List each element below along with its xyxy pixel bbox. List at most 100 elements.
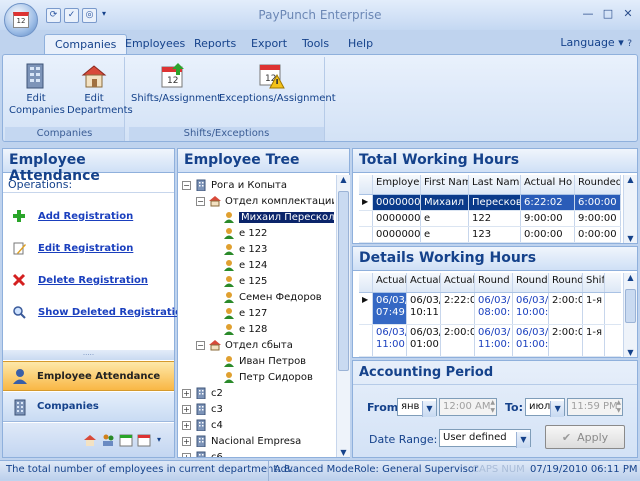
tree-expander-icon[interactable]: + <box>182 420 191 430</box>
column-header[interactable]: Last Name <box>469 175 521 194</box>
nav-employee-attendance[interactable]: Employee Attendance <box>3 361 174 391</box>
exceptions-assignment-button[interactable]: 12 Exceptions/Assignment <box>219 61 336 105</box>
chevron-down-icon[interactable]: ▼ <box>422 401 436 417</box>
tab-help[interactable]: Help <box>338 34 383 54</box>
tree-node[interactable]: − Отдел комплектации <box>196 193 334 209</box>
column-header[interactable]: Actual <box>441 273 475 292</box>
tree-node[interactable]: e 125 <box>210 273 267 289</box>
edit-departments-button[interactable]: Edit Departments <box>67 61 133 117</box>
column-header[interactable]: Round <box>475 273 513 292</box>
tree-expander-icon[interactable]: − <box>182 180 191 190</box>
time-spinner-icon[interactable]: ▲ ▼ <box>616 399 621 415</box>
scroll-thumb[interactable] <box>625 289 636 323</box>
scroll-down-icon[interactable]: ▼ <box>624 348 637 357</box>
status-role: Role: General Supervisor <box>354 464 479 475</box>
tree-node[interactable]: e 124 <box>210 257 267 273</box>
tree-node[interactable]: + c3 <box>182 401 223 417</box>
scroll-down-icon[interactable]: ▼ <box>337 448 350 457</box>
person-icon <box>223 323 235 335</box>
total-hours-row[interactable]: 00000000e1229:00:009:00:00 <box>359 211 621 227</box>
employees-small-icon[interactable] <box>101 433 115 447</box>
tree-expander-icon[interactable]: + <box>182 404 191 414</box>
column-header[interactable]: First Name <box>421 175 469 194</box>
column-header[interactable]: Employee <box>373 175 421 194</box>
nav-configure-dropdown-icon[interactable]: ▾ <box>157 435 161 444</box>
details-hours-scrollbar[interactable]: ▲ ▼ <box>623 273 637 357</box>
to-time-input[interactable]: 11:59 PM ▲ ▼ <box>567 398 623 416</box>
resize-grip-icon[interactable]: ⋰ <box>622 464 632 475</box>
tree-scrollbar[interactable]: ▲ ▼ <box>336 175 350 457</box>
tree-node[interactable]: + c2 <box>182 385 223 401</box>
chevron-down-icon[interactable]: ▼ <box>516 432 530 448</box>
maximize-button[interactable]: □ <box>600 7 616 21</box>
column-header[interactable]: Actual Ho <box>521 175 575 194</box>
date-range-label: Date Range: <box>369 433 438 446</box>
help-icon[interactable]: ? <box>627 39 632 49</box>
scroll-up-icon[interactable]: ▲ <box>337 175 350 189</box>
status-bar: The total number of employees in current… <box>0 460 640 481</box>
scroll-down-icon[interactable]: ▼ <box>624 234 637 243</box>
tree-expander-icon[interactable]: + <box>182 388 191 398</box>
column-header[interactable]: Actual I <box>373 273 407 292</box>
time-spinner-icon[interactable]: ▲ ▼ <box>490 399 495 415</box>
calendar-small-icon[interactable] <box>119 433 133 447</box>
tree-node[interactable]: − Отдел сбыта <box>196 337 293 353</box>
scroll-up-icon[interactable]: ▲ <box>624 273 637 282</box>
tree-node[interactable]: + Nacional Empresa <box>182 433 301 449</box>
tree-node[interactable]: Иван Петров <box>210 353 306 369</box>
shifts-assignment-button[interactable]: 12 Shifts/Assignment <box>131 61 221 105</box>
details-hours-row[interactable]: 06/03/ 11:00: 06/03/ 01:00: 2:00:0 06/03/ 1… <box>359 325 621 357</box>
tree-node[interactable]: − Рога и Копыта <box>182 177 287 193</box>
employee-tree-panel: Employee Tree ▲ ▼ − Рога и Копыта − Отдел к… <box>177 148 350 458</box>
tab-tools[interactable]: Tools <box>292 34 339 54</box>
tree-node[interactable]: e 128 <box>210 321 267 337</box>
total-hours-scrollbar[interactable]: ▲ ▼ <box>623 175 637 243</box>
department-small-icon[interactable] <box>83 433 97 447</box>
from-time-input[interactable]: 12:00 AM ▲ ▼ <box>439 398 497 416</box>
close-button[interactable]: ✕ <box>620 7 636 21</box>
to-date-picker[interactable]: июл ▼ <box>525 398 565 417</box>
delete-registration-link[interactable]: Delete Registration <box>12 272 148 288</box>
nav-overflow-bar: ▾ <box>3 423 174 457</box>
total-hours-row[interactable]: 00000000e1230:00:000:00:00 <box>359 227 621 243</box>
tree-expander-icon[interactable]: − <box>196 196 205 206</box>
tree-node[interactable]: + c4 <box>182 417 223 433</box>
tree-node[interactable]: Михаил Пересколков <box>210 209 334 225</box>
column-header[interactable]: Round <box>513 273 549 292</box>
tree-node[interactable]: e 127 <box>210 305 267 321</box>
apply-button[interactable]: ✔ Apply <box>545 425 625 449</box>
nav-companies[interactable]: Companies <box>3 392 174 422</box>
chevron-down-icon[interactable]: ▼ <box>550 401 564 417</box>
tree-node[interactable]: + c6 <box>182 449 223 457</box>
calendar-warning-small-icon[interactable] <box>137 433 151 447</box>
tree-expander-icon[interactable]: − <box>196 340 205 350</box>
minimize-button[interactable]: — <box>580 7 596 21</box>
column-header[interactable]: Shift <box>583 273 605 292</box>
add-registration-link[interactable]: Add Registration <box>12 208 133 224</box>
tree-node[interactable]: e 122 <box>210 225 267 241</box>
scroll-up-icon[interactable]: ▲ <box>624 175 637 184</box>
tree-node[interactable]: Семен Федоров <box>210 289 322 305</box>
tree-node-label: e 123 <box>239 243 268 255</box>
total-hours-row[interactable]: ▶00000000МихаилПересков6:22:026:00:00 <box>359 195 621 211</box>
edit-companies-button[interactable]: Edit Companies <box>9 61 65 117</box>
show-deleted-registrations-link[interactable]: Show Deleted Registrations <box>12 304 195 320</box>
scroll-thumb[interactable] <box>338 191 349 371</box>
tab-export[interactable]: Export <box>241 34 297 54</box>
tree-expander-icon[interactable]: + <box>182 436 191 446</box>
ribbon-group-label: Companies <box>5 127 124 141</box>
from-date-picker[interactable]: янв ▼ <box>397 398 437 417</box>
details-hours-row[interactable]: ▶ 06/03/ 07:49: 06/03/ 10:11: 2:22:0 06/03/ … <box>359 293 621 325</box>
tree-expander-icon[interactable]: + <box>182 452 191 457</box>
tree-node[interactable]: e 123 <box>210 241 267 257</box>
application-menu-button[interactable]: 12 <box>4 3 38 37</box>
column-header[interactable]: Rounded <box>575 175 621 194</box>
tab-reports[interactable]: Reports <box>184 34 246 54</box>
tree-node[interactable]: Петр Сидоров <box>210 369 313 385</box>
column-header[interactable]: Round <box>549 273 583 292</box>
language-menu[interactable]: Language ▾ ? <box>560 36 632 49</box>
column-header[interactable]: Actual <box>407 273 441 292</box>
splitter-grip[interactable]: ····· <box>3 350 174 360</box>
edit-registration-link[interactable]: Edit Registration <box>12 240 133 256</box>
date-range-select[interactable]: User defined ▼ <box>439 429 531 448</box>
